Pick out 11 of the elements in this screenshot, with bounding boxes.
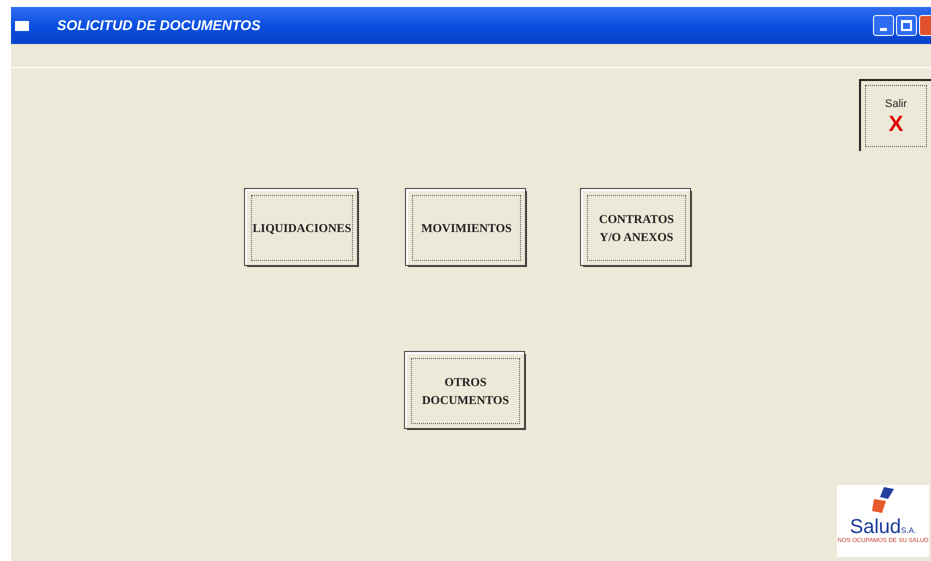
document-button[interactable]: CONTRATOS Y/O ANEXOS <box>581 189 690 265</box>
close-button[interactable] <box>919 15 931 36</box>
minimize-button[interactable] <box>873 15 894 36</box>
document-button[interactable]: MOVIMIENTOS <box>406 189 525 265</box>
close-icon: X <box>888 112 904 136</box>
exit-button[interactable]: Salir X <box>859 79 931 151</box>
window-title: SOLICITUD DE DOCUMENTOS <box>57 16 261 35</box>
document-button[interactable]: OTROS DOCUMENTOS <box>405 352 524 428</box>
document-button[interactable]: LIQUIDACIONES <box>245 189 357 265</box>
maximize-button[interactable] <box>896 15 917 36</box>
window-icon <box>15 20 29 30</box>
